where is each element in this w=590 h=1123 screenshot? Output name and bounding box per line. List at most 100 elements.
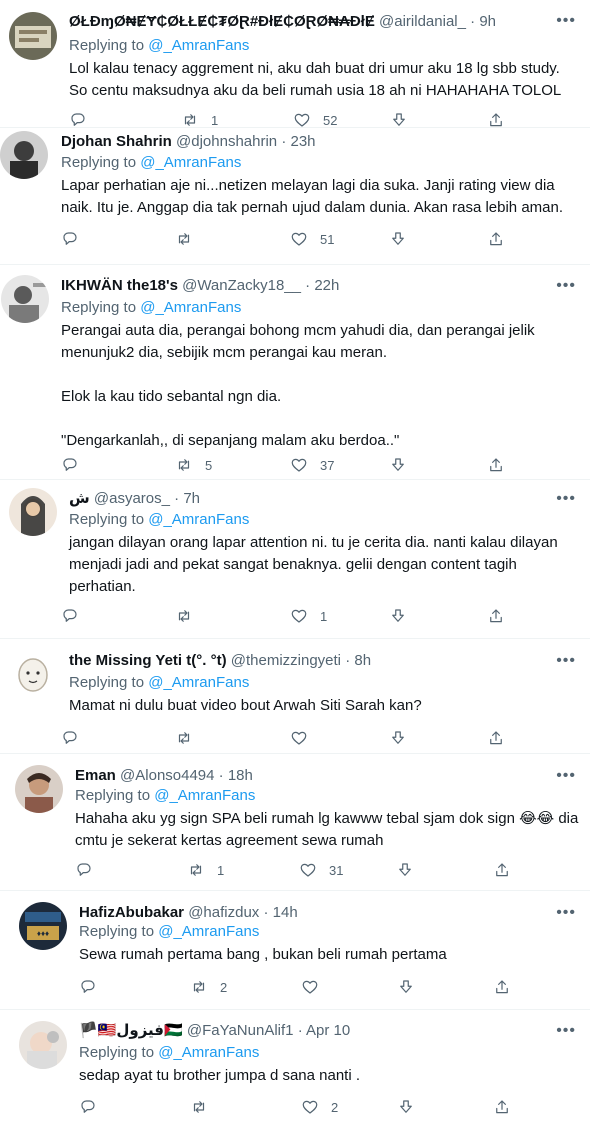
mention-link[interactable]: @_AmranFans [148, 511, 249, 528]
not-interested-button[interactable] [397, 1097, 415, 1117]
retweet-button[interactable]: 5 [175, 455, 212, 475]
reply-button[interactable] [79, 1097, 97, 1117]
timestamp[interactable]: 14h [273, 904, 298, 921]
more-icon[interactable]: ••• [556, 13, 576, 29]
not-interested-button[interactable] [389, 606, 407, 626]
not-interested-button[interactable] [389, 455, 407, 475]
mention-link[interactable]: @_AmranFans [154, 787, 255, 804]
tweet[interactable]: IKHWÄN the18's @WanZacky18__ · 22h ••• R… [0, 265, 590, 479]
like-button[interactable] [301, 977, 331, 997]
avatar[interactable] [19, 1021, 67, 1069]
avatar[interactable] [9, 488, 57, 536]
user-handle[interactable]: @Alonso4494 [120, 767, 214, 784]
timestamp[interactable]: 8h [354, 652, 371, 669]
avatar[interactable] [9, 12, 57, 60]
display-name[interactable]: the Missing Yeti t(°. °t) [69, 652, 227, 669]
timestamp[interactable]: Apr 10 [306, 1022, 350, 1039]
like-icon [302, 980, 318, 994]
share-button[interactable] [487, 606, 505, 626]
more-icon[interactable]: ••• [556, 1023, 576, 1039]
more-icon[interactable]: ••• [556, 278, 576, 294]
tweet[interactable]: Eman @Alonso4494 · 18h ••• Replying to @… [0, 754, 590, 890]
reply-icon [81, 1100, 95, 1113]
mention-link[interactable]: @_AmranFans [140, 154, 241, 171]
user-handle[interactable]: @WanZacky18__ [182, 277, 301, 294]
user-handle[interactable]: @asyaros_ [94, 490, 170, 507]
retweet-count: 1 [211, 112, 219, 128]
more-icon[interactable]: ••• [556, 768, 576, 784]
display-name[interactable]: 🏴🇲🇾فيزول🇵🇸 [79, 1022, 183, 1039]
timestamp[interactable]: 22h [314, 277, 339, 294]
user-handle[interactable]: @FaYaNunAlif1 [187, 1022, 294, 1039]
not-interested-button[interactable] [389, 229, 407, 249]
share-button[interactable] [487, 229, 505, 249]
user-handle[interactable]: @hafizdux [188, 904, 259, 921]
tweet[interactable]: the Missing Yeti t(°. °t) @themizzingyet… [0, 639, 590, 753]
display-name[interactable]: ØŁĐɱØ₦ɆɎ₵ØŁŁɆ₵₮ØⱤ#ĐłɆ₵ØⱤØ₦₳ĐłɆ [69, 13, 375, 30]
avatar[interactable]: ♦♦♦ [19, 902, 67, 950]
like-button[interactable]: 1 [290, 606, 327, 626]
tweet[interactable]: ♦♦♦ HafizAbubakar @hafizdux · 14h ••• Re… [0, 891, 590, 1009]
like-button[interactable] [290, 728, 320, 748]
share-button[interactable] [493, 977, 511, 997]
reply-button[interactable] [79, 977, 97, 997]
mention-link[interactable]: @_AmranFans [158, 1044, 259, 1061]
share-button[interactable] [493, 860, 511, 880]
retweet-button[interactable] [190, 1097, 220, 1117]
like-button[interactable]: 2 [301, 1097, 338, 1117]
like-icon [291, 609, 307, 623]
reply-button[interactable] [61, 455, 79, 475]
like-button[interactable]: 31 [299, 860, 343, 880]
retweet-button[interactable]: 2 [190, 977, 227, 997]
svg-text:♦♦♦: ♦♦♦ [37, 929, 49, 938]
reply-button[interactable] [61, 728, 79, 748]
timestamp[interactable]: 18h [228, 767, 253, 784]
timestamp[interactable]: 9h [479, 13, 496, 30]
mention-link[interactable]: @_AmranFans [140, 299, 241, 316]
like-count: 51 [320, 231, 335, 247]
display-name[interactable]: IKHWÄN the18's [61, 277, 178, 294]
display-name[interactable]: Eman [75, 767, 116, 784]
not-interested-button[interactable] [397, 977, 415, 997]
reply-icon [63, 609, 77, 622]
arrow-down-icon [392, 458, 404, 471]
share-button[interactable] [487, 455, 505, 475]
user-handle[interactable]: @airildanial_ [379, 13, 466, 30]
reply-button[interactable] [61, 229, 79, 249]
not-interested-button[interactable] [396, 860, 414, 880]
tweet[interactable]: ش @asyaros_ · 7h ••• Replying to @_Amran… [0, 480, 590, 638]
avatar[interactable] [15, 765, 63, 813]
not-interested-button[interactable] [389, 728, 407, 748]
like-icon [300, 863, 316, 877]
avatar[interactable] [0, 131, 48, 179]
tweet[interactable]: ØŁĐɱØ₦ɆɎ₵ØŁŁɆ₵₮ØⱤ#ĐłɆ₵ØⱤØ₦₳ĐłɆ @airildan… [0, 0, 590, 128]
share-button[interactable] [487, 728, 505, 748]
timestamp[interactable]: 7h [183, 490, 200, 507]
tweet[interactable]: Djohan Shahrin @djohnshahrin · 23h Reply… [0, 128, 590, 264]
tweet[interactable]: 🏴🇲🇾فيزول🇵🇸 @FaYaNunAlif1 · Apr 10 ••• Re… [0, 1010, 590, 1123]
like-button[interactable]: 37 [290, 455, 334, 475]
display-name[interactable]: HafizAbubakar [79, 904, 184, 921]
mention-link[interactable]: @_AmranFans [148, 37, 249, 54]
retweet-button[interactable] [175, 229, 205, 249]
avatar[interactable] [9, 651, 57, 699]
mention-link[interactable]: @_AmranFans [158, 923, 259, 940]
mention-link[interactable]: @_AmranFans [148, 674, 249, 691]
share-button[interactable] [493, 1097, 511, 1117]
user-handle[interactable]: @djohnshahrin [176, 133, 277, 150]
reply-button[interactable] [75, 860, 93, 880]
retweet-button[interactable] [175, 606, 205, 626]
display-name[interactable]: Djohan Shahrin [61, 133, 172, 150]
retweet-button[interactable]: 1 [187, 860, 224, 880]
display-name[interactable]: ش [69, 490, 90, 507]
replying-to-label: Replying to [61, 154, 137, 171]
timestamp[interactable]: 23h [291, 133, 316, 150]
reply-button[interactable] [61, 606, 79, 626]
like-button[interactable]: 51 [290, 229, 334, 249]
more-icon[interactable]: ••• [556, 491, 576, 507]
more-icon[interactable]: ••• [556, 653, 576, 669]
user-handle[interactable]: @themizzingyeti [231, 652, 341, 669]
more-icon[interactable]: ••• [556, 905, 576, 921]
avatar[interactable] [1, 275, 49, 323]
retweet-button[interactable] [175, 728, 205, 748]
